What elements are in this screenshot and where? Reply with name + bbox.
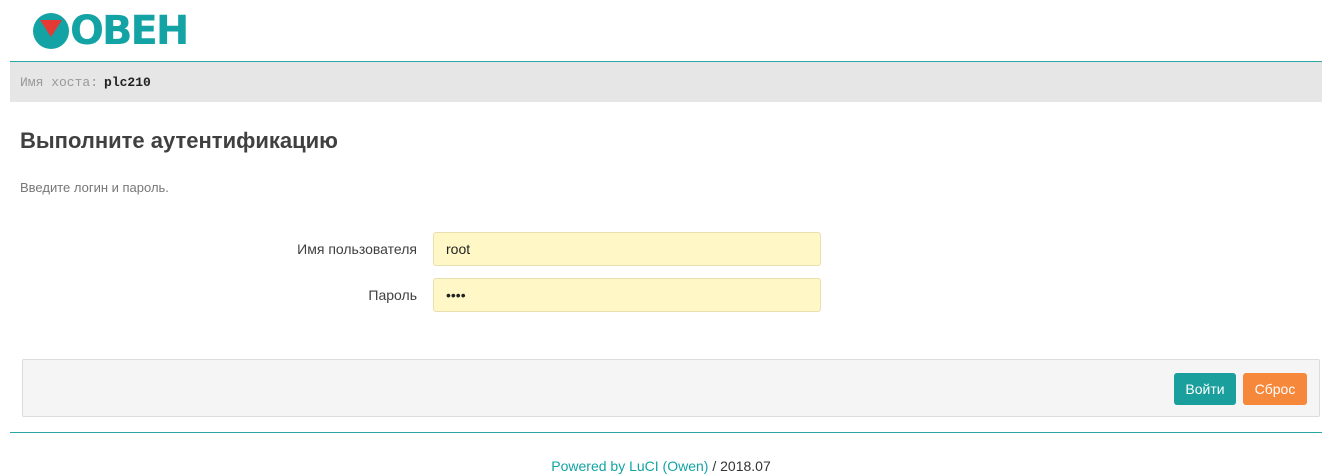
hostname-value: plc210	[104, 74, 151, 90]
hostname-label: Имя хоста:	[20, 74, 99, 90]
username-label: Имя пользователя	[297, 241, 417, 257]
page-title: Выполните аутентификацию	[20, 128, 338, 153]
password-row: Пароль	[0, 278, 1322, 312]
form-actions-bar: Войти Сброс	[22, 359, 1320, 417]
logo-mark-icon	[33, 13, 69, 49]
password-input[interactable]	[433, 278, 821, 312]
username-row: Имя пользователя	[0, 232, 1322, 266]
footer-divider	[10, 432, 1322, 433]
hostname-bar: Имя хоста: plc210	[10, 61, 1322, 102]
logo-text: ОВЕН	[70, 8, 189, 54]
reset-button[interactable]: Сброс	[1243, 373, 1307, 405]
password-label: Пароль	[368, 287, 417, 303]
luci-link[interactable]: Powered by LuCI (Owen)	[551, 458, 708, 474]
page-description: Введите логин и пароль.	[20, 180, 169, 195]
oven-logo[interactable]: ОВЕН	[32, 8, 189, 54]
header: ОВЕН	[0, 0, 1322, 60]
login-button[interactable]: Войти	[1174, 373, 1236, 405]
username-input[interactable]	[433, 232, 821, 266]
footer-version: / 2018.07	[708, 458, 771, 474]
footer: Powered by LuCI (Owen) / 2018.07	[0, 458, 1322, 474]
